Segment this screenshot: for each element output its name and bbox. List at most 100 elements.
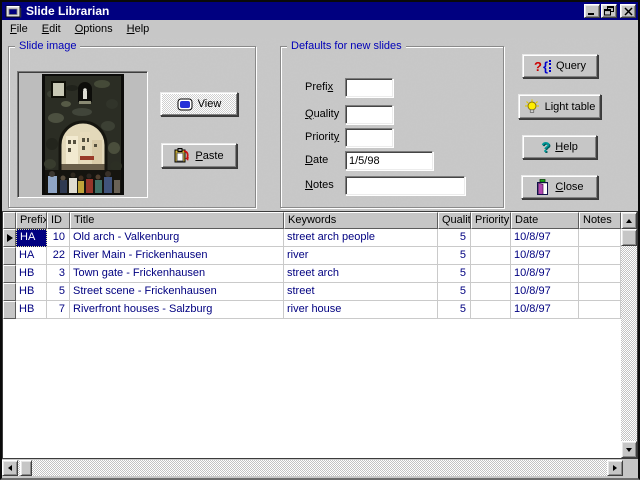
cell-date[interactable]: 10/8/97: [511, 229, 579, 247]
column-header-prefix[interactable]: Prefix: [16, 212, 47, 229]
record-indicator: [3, 265, 16, 283]
cell-title[interactable]: Street scene - Frickenhausen: [70, 283, 284, 301]
menu-edit[interactable]: Edit: [35, 21, 68, 37]
cell-title[interactable]: Old arch - Valkenburg: [70, 229, 284, 247]
priority-field[interactable]: [345, 128, 393, 147]
view-button[interactable]: View: [160, 92, 238, 116]
cell-prefix[interactable]: HA: [16, 247, 47, 265]
cell-notes[interactable]: [579, 247, 621, 265]
cell-title[interactable]: Riverfront houses - Salzburg: [70, 301, 284, 319]
scroll-right-button[interactable]: [607, 460, 623, 476]
close-button[interactable]: [620, 4, 636, 18]
prefix-field[interactable]: [345, 78, 393, 97]
notes-field[interactable]: [345, 176, 465, 195]
grid-body: Prefix ID Title Keywords Quality Priorit…: [3, 212, 621, 458]
horizontal-scroll-track[interactable]: [32, 460, 607, 476]
cell-id[interactable]: 5: [47, 283, 70, 301]
cell-date[interactable]: 10/8/97: [511, 283, 579, 301]
column-header-quality[interactable]: Quality: [438, 212, 471, 229]
table-row: HB 7 Riverfront houses - Salzburg river …: [3, 301, 621, 319]
cell-prefix[interactable]: HB: [16, 265, 47, 283]
cell-prefix[interactable]: HB: [16, 301, 47, 319]
vertical-scroll-thumb[interactable]: [621, 229, 637, 246]
quality-field[interactable]: [345, 105, 393, 124]
priority-label: Priority: [305, 131, 339, 143]
cell-priority[interactable]: [471, 265, 511, 283]
cell-prefix-selected[interactable]: HA: [16, 229, 47, 247]
query-button-label: Query: [556, 60, 586, 72]
cell-prefix[interactable]: HB: [16, 283, 47, 301]
cell-id[interactable]: 3: [47, 265, 70, 283]
grid-header-row: Prefix ID Title Keywords Quality Priorit…: [3, 212, 621, 229]
exit-door-icon: [535, 179, 550, 195]
cell-date[interactable]: 10/8/97: [511, 265, 579, 283]
cell-notes[interactable]: [579, 283, 621, 301]
minimize-button[interactable]: [584, 4, 600, 18]
slides-grid: Prefix ID Title Keywords Quality Priorit…: [2, 211, 638, 459]
slide-photo: [42, 74, 124, 195]
column-header-id[interactable]: ID: [47, 212, 70, 229]
cell-id[interactable]: 22: [47, 247, 70, 265]
arrow-left-icon: [8, 465, 12, 471]
cell-keywords[interactable]: street arch people: [284, 229, 438, 247]
table-row: HB 5 Street scene - Frickenhausen street…: [3, 283, 621, 301]
cell-title[interactable]: Town gate - Frickenhausen: [70, 265, 284, 283]
scrollbar-corner: [623, 460, 638, 476]
cell-notes[interactable]: [579, 265, 621, 283]
scroll-down-button[interactable]: [621, 441, 637, 458]
record-indicator: [3, 247, 16, 265]
menu-file[interactable]: File: [3, 21, 35, 37]
cell-title[interactable]: River Main - Frickenhausen: [70, 247, 284, 265]
scroll-left-button[interactable]: [2, 460, 18, 476]
vertical-scrollbar[interactable]: [621, 212, 637, 458]
column-header-keywords[interactable]: Keywords: [284, 212, 438, 229]
horizontal-scroll-thumb[interactable]: [20, 460, 32, 476]
cell-date[interactable]: 10/8/97: [511, 247, 579, 265]
cell-keywords[interactable]: river: [284, 247, 438, 265]
date-field[interactable]: [345, 151, 433, 170]
horizontal-scrollbar[interactable]: [2, 460, 623, 476]
paste-button[interactable]: Paste: [161, 143, 237, 168]
column-header-date[interactable]: Date: [511, 212, 579, 229]
app-window: Slide Librarian File Edit Options Help: [0, 0, 640, 480]
menu-options[interactable]: Options: [68, 21, 120, 37]
column-header-priority[interactable]: Priority: [471, 212, 511, 229]
cell-id[interactable]: 7: [47, 301, 70, 319]
light-table-button-label: Light table: [545, 101, 596, 113]
column-header-title[interactable]: Title: [70, 212, 284, 229]
help-button[interactable]: ? Help: [522, 135, 597, 159]
cell-quality[interactable]: 5: [438, 247, 471, 265]
cell-quality[interactable]: 5: [438, 301, 471, 319]
light-table-button[interactable]: Light table: [518, 94, 601, 119]
cell-priority[interactable]: [471, 247, 511, 265]
cell-keywords[interactable]: street: [284, 283, 438, 301]
light-bulb-icon: [524, 99, 540, 114]
cell-priority[interactable]: [471, 229, 511, 247]
record-indicator: [3, 301, 16, 319]
cell-quality[interactable]: 5: [438, 265, 471, 283]
cell-date[interactable]: 10/8/97: [511, 301, 579, 319]
table-row: HA 22 River Main - Frickenhausen river 5…: [3, 247, 621, 265]
table-row: HA 10 Old arch - Valkenburg street arch …: [3, 229, 621, 247]
column-header-notes[interactable]: Notes: [579, 212, 621, 229]
cell-keywords[interactable]: street arch: [284, 265, 438, 283]
query-button[interactable]: ?{ Query: [522, 54, 598, 78]
vertical-scroll-track[interactable]: [621, 246, 637, 441]
cell-keywords[interactable]: river house: [284, 301, 438, 319]
quality-label: Quality: [305, 108, 339, 120]
restore-button[interactable]: [601, 4, 617, 18]
cell-priority[interactable]: [471, 301, 511, 319]
window-title: Slide Librarian: [22, 4, 583, 18]
cell-quality[interactable]: 5: [438, 283, 471, 301]
view-button-label: View: [198, 98, 222, 110]
scroll-up-button[interactable]: [621, 212, 637, 229]
close-action-button[interactable]: Close: [521, 175, 598, 199]
cell-notes[interactable]: [579, 301, 621, 319]
menu-help[interactable]: Help: [120, 21, 157, 37]
restore-icon: [604, 6, 615, 16]
cell-priority[interactable]: [471, 283, 511, 301]
cell-notes[interactable]: [579, 229, 621, 247]
current-record-arrow-icon: [7, 234, 13, 242]
cell-id[interactable]: 10: [47, 229, 70, 247]
cell-quality[interactable]: 5: [438, 229, 471, 247]
